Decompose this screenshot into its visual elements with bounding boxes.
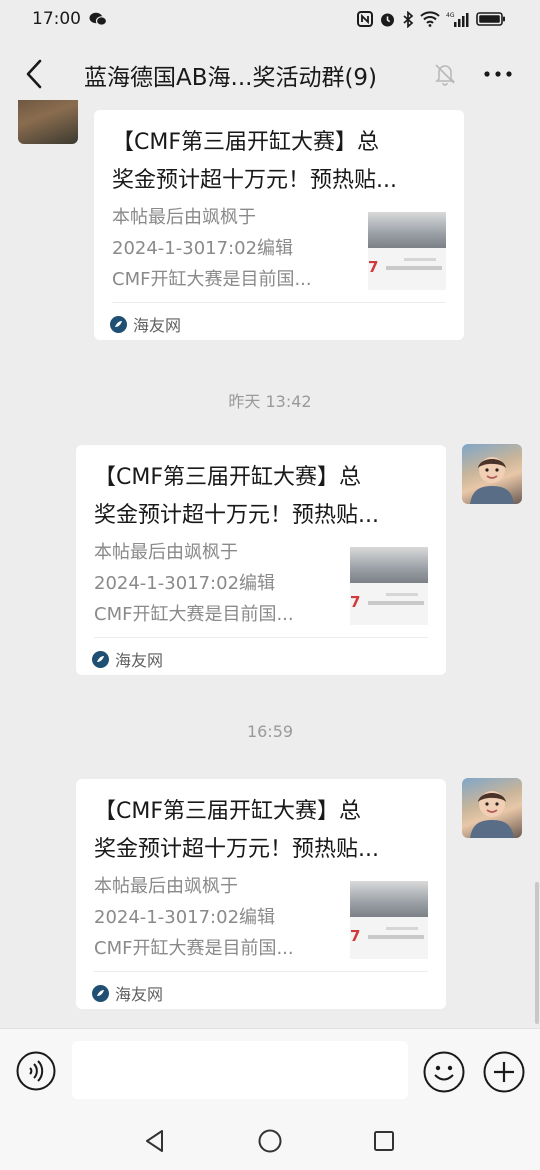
- chat-title: 蓝海德国AB海...奖活动群(9): [84, 65, 378, 91]
- card-source: 海友网: [110, 312, 181, 336]
- card-divider: [112, 302, 446, 303]
- wifi-icon: [420, 11, 440, 27]
- source-logo-icon: [92, 984, 109, 1002]
- nav-recent-icon: [374, 1131, 394, 1151]
- status-bar: 17:00 4G: [0, 0, 540, 38]
- link-card-message[interactable]: 【CMF第三届开缸大赛】总 奖金预计超十万元！预热贴... 本帖最后由飒枫于 2…: [94, 110, 464, 340]
- mute-bell-icon: [432, 61, 458, 87]
- card-divider: [94, 637, 428, 638]
- emoji-icon: [423, 1051, 465, 1093]
- status-time: 17:00: [32, 9, 81, 29]
- card-divider: [94, 971, 428, 972]
- bluetooth-icon: [402, 10, 414, 28]
- back-button[interactable]: [16, 54, 52, 94]
- timestamp: 昨天 13:42: [228, 392, 312, 411]
- source-logo-icon: [110, 315, 127, 333]
- link-card-message[interactable]: 【CMF第三届开缸大赛】总 奖金预计超十万元！预热贴... 本帖最后由飒枫于 2…: [76, 445, 446, 675]
- wechat-icon: [89, 12, 107, 26]
- timestamp: 16:59: [246, 722, 294, 741]
- link-card-message[interactable]: 【CMF第三届开缸大赛】总 奖金预计超十万元！预热贴... 本帖最后由飒枫于 2…: [76, 779, 446, 1009]
- card-description: 本帖最后由飒枫于 2024-1-3017:02编辑 CMF开缸大赛是目前国...: [112, 207, 312, 290]
- nav-home-button[interactable]: [257, 1128, 283, 1154]
- card-source-label: 海友网: [115, 985, 164, 1004]
- emoji-button[interactable]: [423, 1051, 465, 1093]
- card-source: 海友网: [92, 647, 163, 671]
- card-thumbnail: 7: [368, 212, 446, 290]
- nfc-icon: [357, 11, 373, 27]
- scrollbar[interactable]: [535, 882, 539, 1024]
- more-dots-icon: [484, 71, 512, 77]
- voice-button[interactable]: [16, 1051, 56, 1091]
- card-source: 海友网: [92, 981, 163, 1005]
- card-title: 【CMF第三届开缸大赛】总 奖金预计超十万元！预热贴...: [94, 465, 379, 528]
- svg-text:4G: 4G: [446, 12, 455, 19]
- nav-home-icon: [258, 1129, 282, 1153]
- chat-message-list[interactable]: 【CMF第三届开缸大赛】总 奖金预计超十万元！预热贴... 本帖最后由飒枫于 2…: [0, 100, 540, 1028]
- battery-icon: [476, 11, 506, 27]
- message-input[interactable]: [72, 1041, 408, 1099]
- card-title: 【CMF第三届开缸大赛】总 奖金预计超十万元！预热贴...: [112, 130, 397, 193]
- back-arrow-icon: [26, 59, 42, 89]
- plus-icon: [483, 1051, 525, 1093]
- alarm-icon: [379, 11, 396, 28]
- card-description: 本帖最后由飒枫于 2024-1-3017:02编辑 CMF开缸大赛是目前国...: [94, 876, 294, 959]
- input-bar: [0, 1028, 540, 1112]
- avatar[interactable]: [18, 100, 78, 144]
- system-nav-bar: [0, 1112, 540, 1170]
- voice-icon: [16, 1051, 56, 1091]
- card-source-label: 海友网: [133, 316, 182, 335]
- card-title: 【CMF第三届开缸大赛】总 奖金预计超十万元！预热贴...: [94, 799, 379, 862]
- nav-back-icon: [146, 1130, 163, 1152]
- card-thumbnail: 7: [350, 881, 428, 959]
- nav-recent-button[interactable]: [372, 1129, 396, 1153]
- avatar[interactable]: [462, 778, 522, 838]
- nav-back-button[interactable]: [142, 1128, 168, 1154]
- card-source-label: 海友网: [115, 651, 164, 670]
- card-description: 本帖最后由飒枫于 2024-1-3017:02编辑 CMF开缸大赛是目前国...: [94, 542, 294, 625]
- card-thumbnail: 7: [350, 547, 428, 625]
- more-button[interactable]: [480, 60, 516, 88]
- more-functions-button[interactable]: [483, 1051, 525, 1093]
- avatar[interactable]: [462, 444, 522, 504]
- signal-icon: 4G: [446, 11, 470, 28]
- source-logo-icon: [92, 650, 109, 668]
